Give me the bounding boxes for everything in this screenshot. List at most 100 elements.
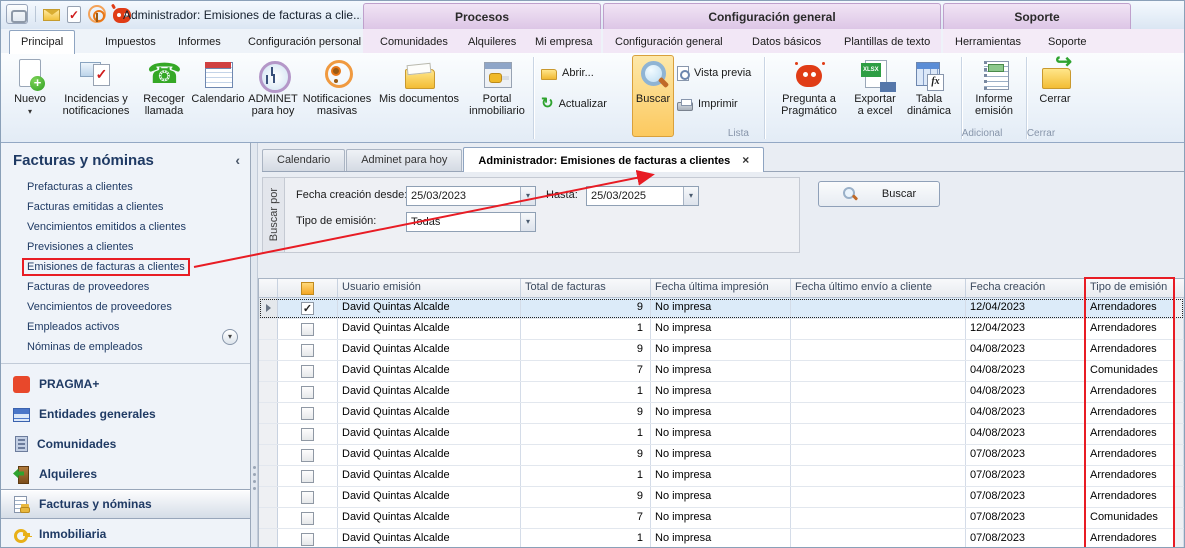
row-checkbox-cell[interactable] (278, 403, 338, 423)
row-checkbox[interactable] (301, 407, 314, 420)
app-logo-icon[interactable] (6, 4, 28, 24)
column-header-ultima-impresion[interactable]: Fecha última impresión (651, 279, 791, 297)
broadcast-icon[interactable] (88, 5, 106, 23)
pivot-table-button[interactable]: Tabla dinámica (901, 55, 957, 137)
row-checkbox-cell[interactable] (278, 319, 338, 339)
my-documents-button[interactable]: Mis documentos (373, 55, 465, 137)
sidebar-item[interactable]: Nóminas de empleados (1, 337, 250, 357)
ribbon-tab-alquileres[interactable]: Alquileres (457, 32, 527, 53)
sidebar-section[interactable]: PRAGMA+ (1, 369, 250, 399)
row-checkbox-cell[interactable] (278, 445, 338, 465)
table-row[interactable]: David Quintas Alcalde 1 No impresa 07/08… (259, 529, 1184, 548)
doc-tab-calendario[interactable]: Calendario (262, 149, 345, 171)
emission-report-button[interactable]: Informe emisión (966, 55, 1022, 137)
filter-panel-tab[interactable]: Buscar por (263, 178, 285, 252)
select-all-checkbox-icon[interactable] (301, 282, 314, 295)
table-row[interactable]: David Quintas Alcalde 9 No impresa 12/04… (259, 298, 1184, 319)
row-checkbox[interactable] (301, 365, 314, 378)
row-checkbox[interactable] (301, 344, 314, 357)
sidebar-section[interactable]: Alquileres (1, 459, 250, 489)
mail-icon[interactable] (43, 9, 60, 21)
ribbon-tab-configuracion-personal[interactable]: Configuración personal (237, 32, 372, 53)
table-row[interactable]: David Quintas Alcalde 7 No impresa 07/08… (259, 508, 1184, 529)
incidents-notifications-button[interactable]: Incidencias y notificaciones (55, 55, 137, 137)
ribbon-tab-comunidades[interactable]: Comunidades (369, 32, 459, 53)
row-checkbox-cell[interactable] (278, 340, 338, 360)
ribbon-tab-datos-basicos[interactable]: Datos básicos (741, 32, 832, 53)
open-button[interactable]: Abrir... (538, 63, 632, 83)
emission-type-select[interactable]: Todas ▾ (406, 212, 536, 232)
chevron-down-icon[interactable]: ▾ (28, 106, 32, 118)
ribbon-tab-impuestos[interactable]: Impuestos (94, 32, 167, 53)
row-checkbox-cell[interactable] (278, 424, 338, 444)
sidebar-item[interactable]: Vencimientos de proveedores (1, 297, 250, 317)
ribbon-tab-principal[interactable]: Principal (9, 30, 75, 54)
row-checkbox[interactable] (301, 302, 314, 315)
sidebar-section[interactable]: Comunidades (1, 429, 250, 459)
sidebar-splitter[interactable] (251, 143, 258, 548)
row-checkbox[interactable] (301, 323, 314, 336)
export-excel-button[interactable]: Exportar a excel (849, 55, 901, 137)
pickup-call-button[interactable]: ☎ Recoger llamada (137, 55, 191, 137)
sidebar-item[interactable]: Emisiones de facturas a clientes (1, 257, 250, 277)
row-checkbox-cell[interactable] (278, 298, 338, 318)
print-button[interactable]: Imprimir (674, 94, 760, 114)
ask-pragmatico-button[interactable]: Pregunta a Pragmático (769, 55, 849, 137)
column-header-ultimo-envio[interactable]: Fecha último envío a cliente (791, 279, 966, 297)
table-row[interactable]: David Quintas Alcalde 1 No impresa 07/08… (259, 466, 1184, 487)
real-estate-portal-button[interactable]: Portal inmobiliario (465, 55, 529, 137)
sidebar-item[interactable]: Empleados activos (1, 317, 250, 337)
column-header-total[interactable]: Total de facturas (521, 279, 651, 297)
table-row[interactable]: David Quintas Alcalde 9 No impresa 04/08… (259, 403, 1184, 424)
table-row[interactable]: David Quintas Alcalde 1 No impresa 12/04… (259, 319, 1184, 340)
chevron-down-icon[interactable]: ▾ (520, 213, 535, 231)
row-checkbox-cell[interactable] (278, 466, 338, 486)
row-checkbox-cell[interactable] (278, 529, 338, 548)
doc-tab-emisiones[interactable]: Administrador: Emisiones de facturas a c… (463, 147, 764, 172)
table-row[interactable]: David Quintas Alcalde 1 No impresa 04/08… (259, 382, 1184, 403)
ribbon-tab-informes[interactable]: Informes (167, 32, 232, 53)
search-button[interactable]: Buscar (632, 55, 674, 137)
row-checkbox[interactable] (301, 449, 314, 462)
new-button[interactable]: Nuevo ▾ (5, 55, 55, 137)
column-header-usuario[interactable]: Usuario emisión (338, 279, 521, 297)
sidebar-item[interactable]: Facturas de proveedores (1, 277, 250, 297)
ribbon-tab-herramientas[interactable]: Herramientas (944, 32, 1032, 53)
chevron-down-icon[interactable]: ▾ (683, 187, 698, 205)
sidebar-item[interactable]: Facturas emitidas a clientes (1, 197, 250, 217)
row-checkbox-cell[interactable] (278, 508, 338, 528)
ribbon-tab-plantillas-de-texto[interactable]: Plantillas de texto (833, 32, 941, 53)
filter-search-button[interactable]: Buscar (818, 181, 940, 207)
expand-circle-button[interactable]: ▾ (222, 329, 238, 345)
table-row[interactable]: David Quintas Alcalde 9 No impresa 04/08… (259, 340, 1184, 361)
close-icon[interactable]: × (742, 153, 749, 167)
table-row[interactable]: David Quintas Alcalde 9 No impresa 07/08… (259, 445, 1184, 466)
row-checkbox[interactable] (301, 491, 314, 504)
row-checkbox[interactable] (301, 533, 314, 546)
row-checkbox[interactable] (301, 470, 314, 483)
column-header-tipo-emision[interactable]: Tipo de emisión (1086, 279, 1175, 297)
date-from-input[interactable]: 25/03/2023 ▾ (406, 186, 536, 206)
row-checkbox[interactable] (301, 386, 314, 399)
row-checkbox-cell[interactable] (278, 361, 338, 381)
doc-tab-adminet[interactable]: Adminet para hoy (346, 149, 462, 171)
sidebar-item[interactable]: Prefacturas a clientes (1, 177, 250, 197)
row-checkbox-cell[interactable] (278, 382, 338, 402)
calendar-button[interactable]: Calendario (191, 55, 245, 137)
column-header-fecha-creacion[interactable]: Fecha creación (966, 279, 1086, 297)
refresh-button[interactable]: ↻ Actualizar (538, 94, 632, 114)
sidebar-section[interactable]: Entidades generales (1, 399, 250, 429)
ribbon-tab-configuracion-general[interactable]: Configuración general (604, 32, 734, 53)
select-all-header[interactable] (278, 279, 338, 297)
close-button[interactable]: ↪ Cerrar (1031, 55, 1079, 137)
ribbon-tab-mi-empresa[interactable]: Mi empresa (524, 32, 603, 53)
sidebar-section[interactable]: Inmobiliaria (1, 519, 250, 548)
print-preview-button[interactable]: Vista previa (674, 63, 760, 83)
tasks-check-icon[interactable] (67, 6, 81, 23)
row-checkbox-cell[interactable] (278, 487, 338, 507)
sidebar-section[interactable]: Facturas y nóminas (1, 489, 250, 519)
row-checkbox[interactable] (301, 428, 314, 441)
ribbon-tab-soporte[interactable]: Soporte (1037, 32, 1098, 53)
table-row[interactable]: David Quintas Alcalde 9 No impresa 07/08… (259, 487, 1184, 508)
table-row[interactable]: David Quintas Alcalde 1 No impresa 04/08… (259, 424, 1184, 445)
